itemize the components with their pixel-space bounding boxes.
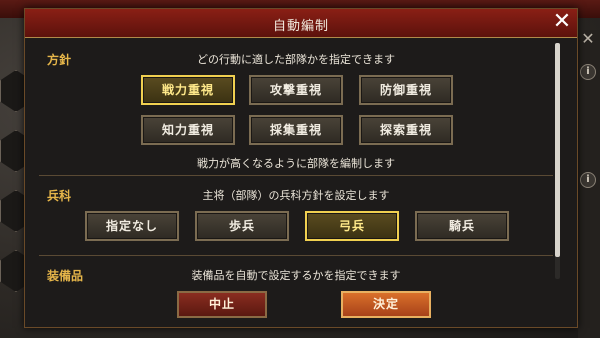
- close-icon[interactable]: ✕: [551, 11, 573, 33]
- cancel-button[interactable]: 中止: [177, 291, 267, 318]
- troop-option-none[interactable]: 指定なし: [85, 211, 179, 241]
- auto-formation-dialog: 自動編制 ✕ 方針 どの行動に適した部隊かを指定できます 戦力重視 攻撃重視 防…: [24, 8, 578, 328]
- strategy-option-combat-power[interactable]: 戦力重視: [141, 75, 235, 105]
- side-close-icon[interactable]: ✕: [579, 30, 597, 48]
- content-scrollbar[interactable]: [555, 43, 560, 279]
- strategy-option-exploration[interactable]: 探索重視: [359, 115, 453, 145]
- section-divider: [39, 255, 553, 256]
- strategy-option-intelligence[interactable]: 知力重視: [141, 115, 235, 145]
- info-icon[interactable]: i: [580, 172, 596, 188]
- dialog-title-bar: 自動編制 ✕: [25, 9, 577, 38]
- troop-option-infantry[interactable]: 歩兵: [195, 211, 289, 241]
- dialog-title: 自動編制: [272, 19, 329, 34]
- section-divider: [39, 175, 553, 176]
- troop-option-archer[interactable]: 弓兵: [305, 211, 399, 241]
- strategy-option-attack[interactable]: 攻撃重視: [249, 75, 343, 105]
- equipment-description: 装備品を自動で設定するかを指定できます: [191, 269, 401, 282]
- troop-option-cavalry[interactable]: 騎兵: [415, 211, 509, 241]
- dialog-content: 方針 どの行動に適した部隊かを指定できます 戦力重視 攻撃重視 防御重視 知力重…: [33, 41, 563, 287]
- strategy-option-defense[interactable]: 防御重視: [359, 75, 453, 105]
- strategy-description: どの行動に適した部隊かを指定できます: [197, 53, 395, 66]
- strategy-note: 戦力が高くなるように部隊を編制します: [197, 157, 395, 170]
- strategy-option-gathering[interactable]: 採集重視: [249, 115, 343, 145]
- confirm-button[interactable]: 決定: [341, 291, 431, 318]
- info-icon[interactable]: i: [580, 64, 596, 80]
- troop-type-description: 主将（部隊）の兵科方針を設定します: [202, 189, 390, 202]
- scrollbar-thumb[interactable]: [555, 43, 560, 257]
